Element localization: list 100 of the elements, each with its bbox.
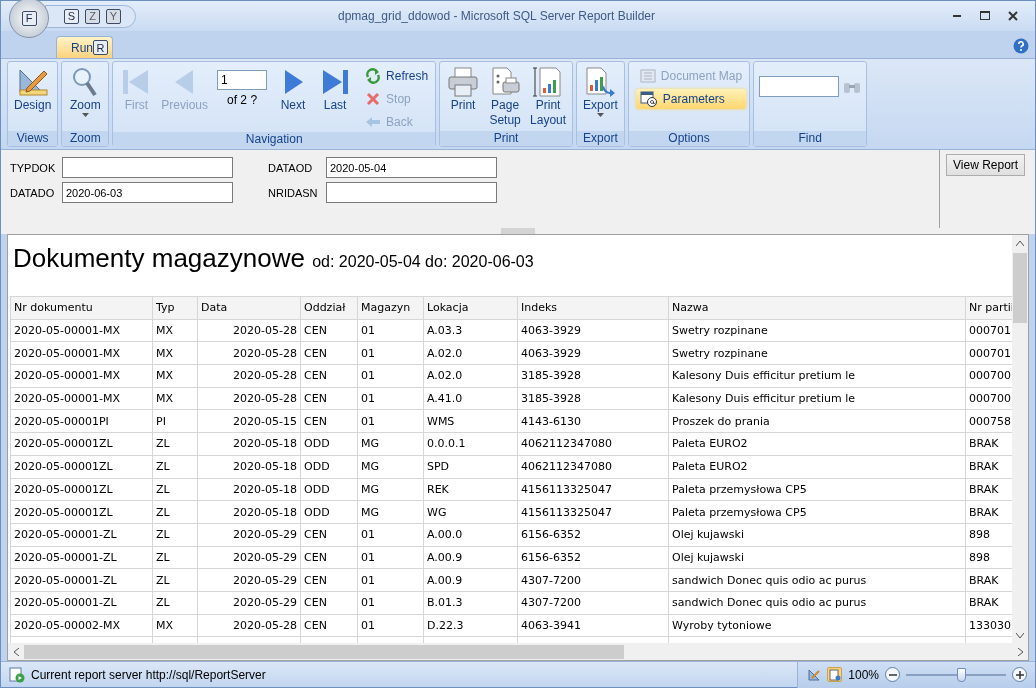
column-header: Lokacja <box>423 296 518 320</box>
ribbon-tab[interactable]: Run R <box>56 36 113 58</box>
table-cell: 2020-05-00002-MX <box>10 614 153 637</box>
table-cell: CEN <box>300 523 358 547</box>
parameter-label: NRIDASN <box>268 186 319 199</box>
table-cell: 2020-05-00001-MX <box>10 364 153 388</box>
table-cell: 2020-05-00001ZL <box>10 478 153 501</box>
table-cell: 2020-05-29 <box>197 591 301 615</box>
table-cell: 2020-05-15 <box>197 409 301 433</box>
table-cell: CEN <box>300 319 358 342</box>
ribbon-button[interactable]: Last <box>315 64 356 115</box>
parameter-field[interactable]: 2020-05-04 <box>326 157 497 178</box>
table-cell: 4156113325047 <box>517 500 669 524</box>
ruler-pencil-icon <box>806 667 821 682</box>
keytip: F <box>21 10 37 26</box>
table-cell: MX <box>152 614 198 637</box>
table-cell: 2020-05-28 <box>197 364 301 388</box>
scrollbar-thumb[interactable] <box>24 644 624 659</box>
table-cell: sandwich Donec quis odio ac purus <box>668 591 966 615</box>
zoom-level: 100% <box>848 667 879 682</box>
table-cell: CEN <box>300 591 358 615</box>
page-printer-icon <box>489 66 522 98</box>
design-view-button[interactable] <box>806 667 822 682</box>
scroll-right-icon <box>1017 647 1023 656</box>
plus-icon <box>1015 670 1024 679</box>
table-cell: 2020-05-28 <box>197 341 301 365</box>
keytip[interactable]: Y <box>106 8 121 24</box>
group-label: Print <box>440 131 573 146</box>
keytip[interactable]: S <box>64 8 79 24</box>
table-cell: MG <box>357 432 424 456</box>
table-cell: 2020-05-00001-MX <box>10 387 153 410</box>
group-label: Navigation <box>113 132 436 147</box>
table-cell: 01 <box>357 341 424 365</box>
table-cell: 01 <box>357 591 424 615</box>
ribbon-button[interactable]: Print <box>443 64 484 115</box>
export-chart-icon <box>584 66 617 98</box>
table-cell: ZL <box>152 500 198 524</box>
ribbon-button[interactable]: Page Setup <box>485 64 526 130</box>
stop-icon <box>365 91 382 107</box>
table-cell: A.00.9 <box>423 546 518 569</box>
table-cell: CEN <box>300 364 358 388</box>
view-report-button[interactable]: View Report <box>946 154 1026 176</box>
ribbon-button[interactable]: Parameters <box>635 89 747 109</box>
table-cell: 2020-05-00001-ZL <box>10 546 153 569</box>
table-cell: ODD <box>300 478 358 501</box>
application-button[interactable]: F <box>9 0 49 38</box>
table-cell: 2020-05-18 <box>197 455 301 478</box>
table-cell: 2020-05-00001PI <box>10 409 153 433</box>
table-cell: Olej kujawski <box>668 523 966 547</box>
table-cell: Kalesony Duis efficitur pretium le <box>668 387 966 410</box>
parameter-field[interactable] <box>62 157 233 178</box>
table-cell: ZL <box>152 568 198 592</box>
horizontal-scrollbar[interactable] <box>8 643 1028 660</box>
table-cell: 2020-05-28 <box>197 319 301 342</box>
column-header: Nazwa <box>668 296 966 320</box>
table-cell: 4063-3929 <box>517 341 669 365</box>
splitter-handle[interactable] <box>501 228 535 234</box>
zoom-out-button[interactable] <box>885 667 900 682</box>
table-cell: 4307-7200 <box>517 568 669 592</box>
ribbon-button[interactable]: Print Layout <box>527 64 570 130</box>
table-cell: ODD <box>300 455 358 478</box>
keytip[interactable]: Z <box>85 8 100 24</box>
column-header: Magazyn <box>357 296 424 320</box>
table-cell: 2020-05-28 <box>197 614 301 637</box>
parameter-field[interactable]: 2020-06-03 <box>62 182 233 203</box>
table-cell: Swetry rozpinane <box>668 341 966 365</box>
group-label: Export <box>577 131 624 146</box>
vertical-scrollbar[interactable] <box>1012 235 1028 643</box>
table-cell: 01 <box>357 409 424 433</box>
find-field[interactable] <box>759 76 840 97</box>
table-cell: CEN <box>300 568 358 592</box>
table-cell: ZL <box>152 591 198 615</box>
ribbon-button[interactable]: Design <box>11 64 55 115</box>
group-label: Options <box>628 131 750 146</box>
scroll-down-icon <box>1016 632 1024 638</box>
table-cell: D.22.3 <box>423 614 518 637</box>
table-cell: A.02.0 <box>423 364 518 388</box>
table-cell: MG <box>357 500 424 524</box>
ribbon-button[interactable]: Next <box>273 64 314 115</box>
table-cell: ZL <box>152 546 198 569</box>
ribbon-button[interactable]: Export <box>580 64 621 119</box>
table-cell: MG <box>357 455 424 478</box>
zoom-in-button[interactable] <box>1012 667 1027 682</box>
parameter-label: DATADO <box>10 186 56 199</box>
minimize-icon <box>953 15 961 17</box>
table-cell: ODD <box>300 432 358 456</box>
table-cell: 0.0.0.1 <box>423 432 518 456</box>
ribbon-button[interactable]: Zoom <box>65 64 106 119</box>
printer-icon <box>447 66 480 98</box>
parameter-field[interactable] <box>326 182 497 203</box>
table-cell: A.00.9 <box>423 568 518 592</box>
table-cell: A.41.0 <box>423 387 518 410</box>
scrollbar-thumb[interactable] <box>1013 253 1027 323</box>
table-cell: 2020-05-29 <box>197 546 301 569</box>
run-view-button[interactable] <box>827 667 843 682</box>
table-cell: Olej kujawski <box>668 546 966 569</box>
slider-thumb[interactable] <box>957 667 966 682</box>
page-number-field[interactable]: 1 <box>217 70 268 90</box>
table-cell: 01 <box>357 319 424 342</box>
ribbon-button[interactable]: Refresh <box>361 66 433 86</box>
